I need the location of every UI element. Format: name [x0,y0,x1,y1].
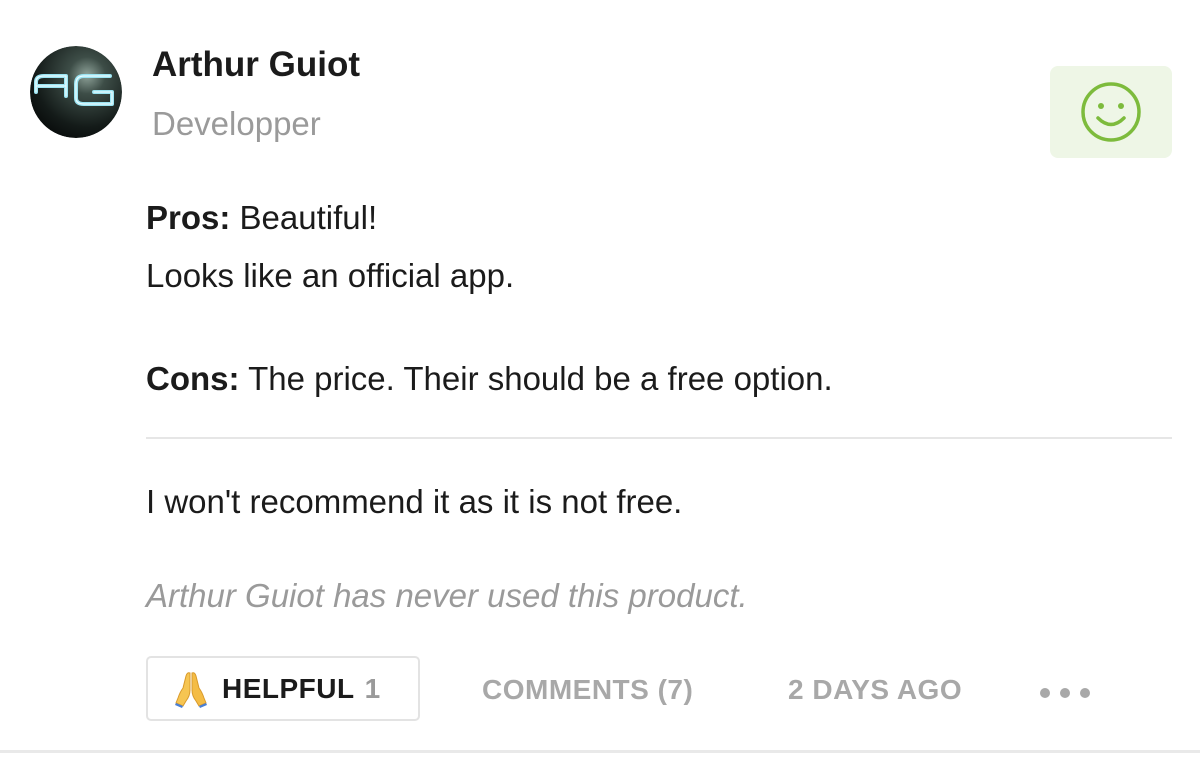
author-name[interactable]: Arthur Guiot [152,45,360,85]
helpful-label: HELPFUL [222,672,355,704]
pros-text-continued: Looks like an official app. [146,257,515,294]
pros-label: Pros: [146,199,231,236]
author-role: Developper [152,105,321,142]
smiley-face-icon [1081,82,1141,142]
helpful-button[interactable]: HELPFUL 1 [146,656,420,721]
cons-line: Cons: The price. Their should be a free … [146,359,833,399]
author-avatar[interactable] [30,46,122,138]
sentiment-badge [1050,66,1172,158]
helpful-count: 1 [364,672,381,704]
ellipsis-icon [1060,688,1070,698]
review-comment: I won't recommend it as it is not free. [146,483,683,520]
more-options-button[interactable] [1040,676,1090,710]
usage-note: Arthur Guiot has never used this product… [146,577,748,614]
folded-hands-icon [174,670,208,708]
ag-monogram-icon [30,46,122,138]
review-card: Arthur Guiot Developper Pros: Beautiful!… [0,0,1200,757]
pros-line: Pros: Beautiful! [146,198,377,238]
comments-link[interactable]: COMMENTS (7) [482,673,693,707]
ellipsis-icon [1040,688,1050,698]
review-date: 2 DAYS AGO [788,674,963,705]
cons-label: Cons: [146,360,240,397]
cons-text: The price. Their should be a free option… [239,360,833,397]
bottom-divider [0,750,1200,753]
pros-text: Beautiful! [230,199,378,236]
divider [146,437,1172,439]
ellipsis-icon [1080,688,1090,698]
